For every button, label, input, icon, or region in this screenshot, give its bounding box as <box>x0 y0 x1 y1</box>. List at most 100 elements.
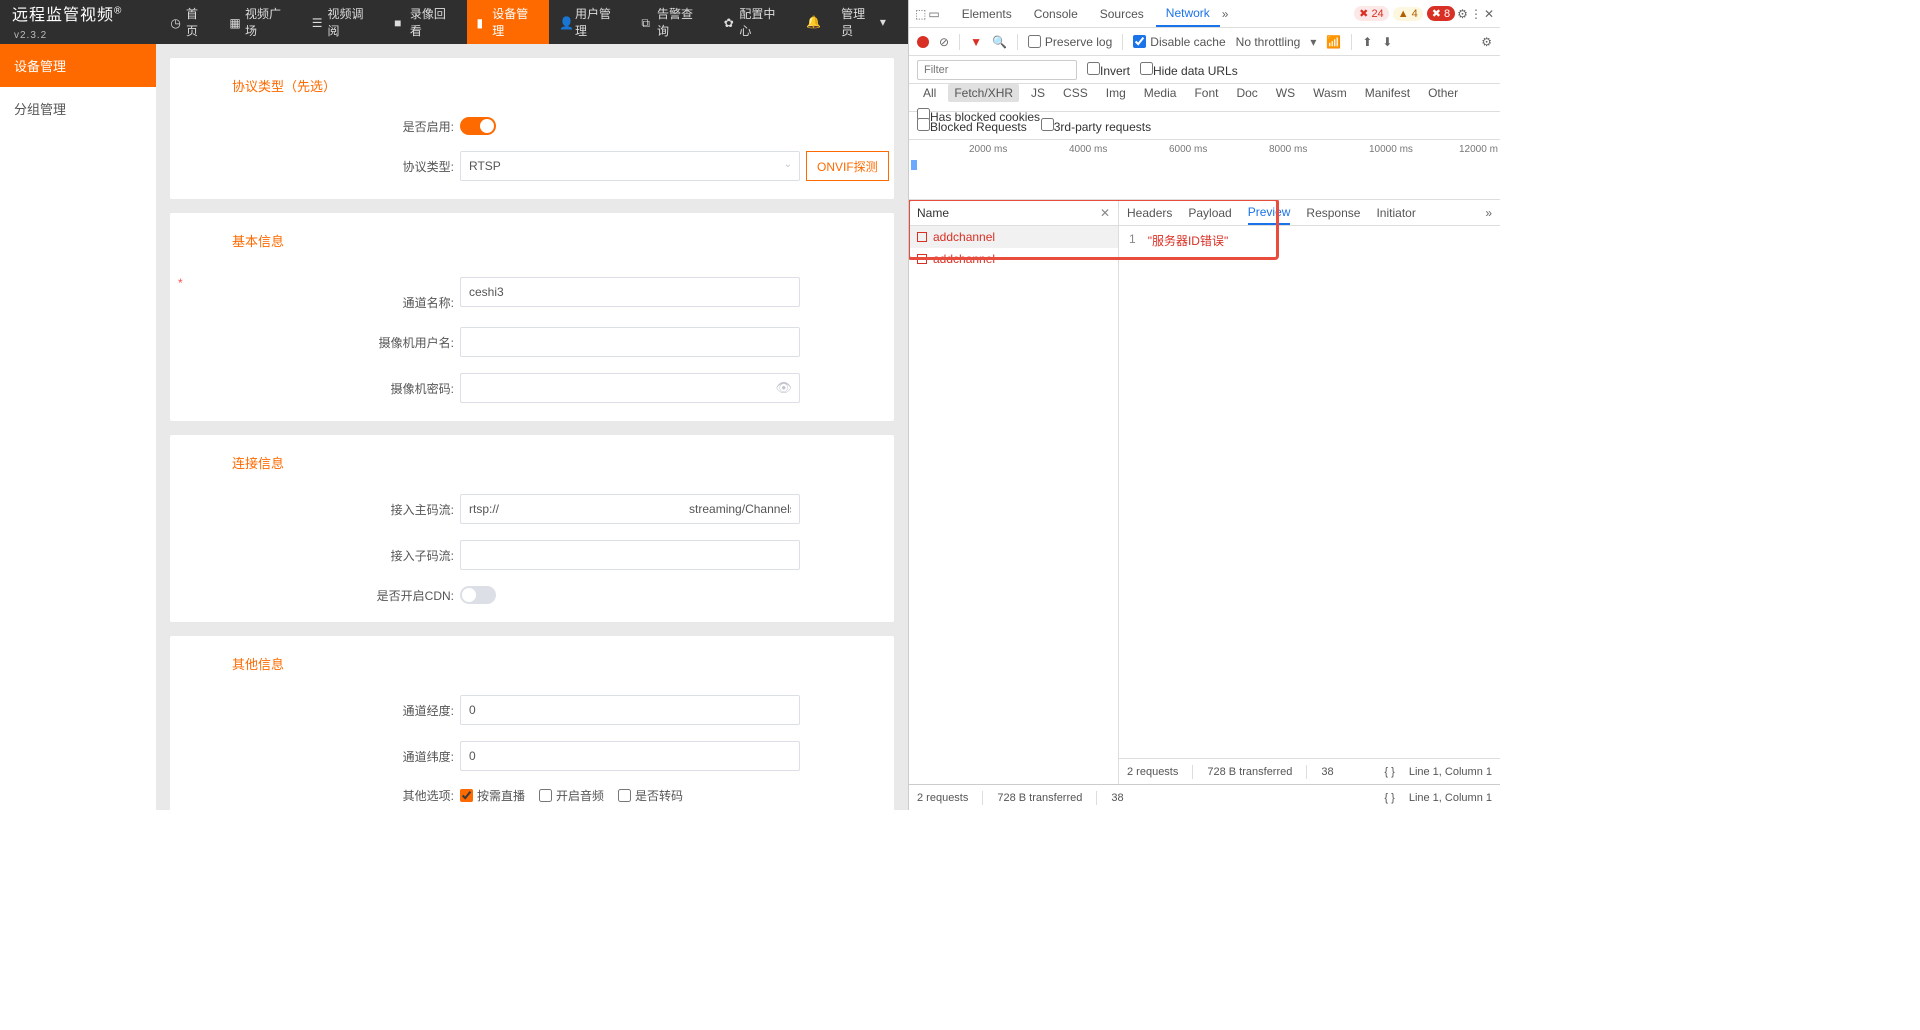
type-manifest[interactable]: Manifest <box>1359 84 1416 102</box>
checkbox-3rd-party[interactable]: 3rd-party requests <box>1041 118 1151 134</box>
preview-value: "服务器ID错误" <box>1148 232 1229 752</box>
tab-console[interactable]: Console <box>1024 0 1088 27</box>
switch-cdn[interactable] <box>460 586 496 604</box>
nav-video-review[interactable]: ☰视频调阅 <box>302 0 384 44</box>
dtab-payload[interactable]: Payload <box>1188 202 1231 224</box>
eye-icon[interactable]: 👁 <box>775 380 792 396</box>
checkbox-blocked-requests[interactable]: Blocked Requests <box>917 118 1027 134</box>
checkbox-invert[interactable]: Invert <box>1087 62 1130 78</box>
close-icon[interactable]: ✕ <box>1484 7 1494 21</box>
nav-config[interactable]: ✿配置中心 <box>714 0 796 44</box>
filter-icon[interactable]: ▼ <box>970 35 982 49</box>
download-icon[interactable]: ⬇ <box>1382 35 1392 49</box>
blocked-row: Blocked Requests 3rd-party requests <box>909 112 1500 140</box>
section-title-conn: 连接信息 <box>170 435 894 486</box>
close-icon[interactable]: ✕ <box>1100 206 1110 220</box>
badge-blocked[interactable]: ✖ 8 <box>1427 6 1455 21</box>
request-name: addchannel <box>933 230 995 244</box>
input-lng[interactable] <box>460 695 800 725</box>
checkbox-disable-cache[interactable]: Disable cache <box>1133 35 1225 49</box>
dtab-response[interactable]: Response <box>1306 202 1360 224</box>
status-cursor: Line 1, Column 1 <box>1409 766 1492 778</box>
throttle-select[interactable]: No throttling <box>1236 35 1301 49</box>
settings-icon[interactable]: ⚙ <box>1457 7 1468 21</box>
tab-network[interactable]: Network <box>1156 0 1220 27</box>
checkbox-audio[interactable]: 开启音频 <box>539 787 604 804</box>
nav-alarm[interactable]: ⧉告警查询 <box>631 0 713 44</box>
type-css[interactable]: CSS <box>1057 84 1094 102</box>
select-protocol[interactable]: ⌄ <box>460 151 800 181</box>
upload-icon[interactable]: ⬆ <box>1362 35 1372 49</box>
camera-icon: ■ <box>394 16 406 28</box>
input-sub-stream[interactable] <box>460 540 800 570</box>
nav-playback[interactable]: ■录像回看 <box>384 0 466 44</box>
device-icon: ▮ <box>477 16 489 28</box>
nav-video-square[interactable]: ▦视频广场 <box>219 0 301 44</box>
select-protocol-input[interactable] <box>460 151 800 181</box>
type-all[interactable]: All <box>917 84 942 102</box>
tab-elements[interactable]: Elements <box>952 0 1022 27</box>
input-cam-user[interactable] <box>460 327 800 357</box>
sidebar-item-device[interactable]: 设备管理 <box>0 44 156 87</box>
type-fetch-xhr[interactable]: Fetch/XHR <box>948 84 1019 102</box>
status-transferred: 728 B transferred <box>997 792 1082 804</box>
app-window: 远程监管视频® v2.3.2 ◷首页 ▦视频广场 ☰视频调阅 ■录像回看 ▮设备… <box>0 0 908 810</box>
nav-bell[interactable]: 🔔 <box>796 0 831 44</box>
tab-sources[interactable]: Sources <box>1090 0 1154 27</box>
device-toggle-icon[interactable]: ▭ <box>928 7 939 21</box>
dtab-preview[interactable]: Preview <box>1248 201 1291 225</box>
nav-label: 首页 <box>186 5 209 39</box>
nav-user-mgmt[interactable]: 👤用户管理 <box>549 0 631 44</box>
top-bar: 远程监管视频® v2.3.2 ◷首页 ▦视频广场 ☰视频调阅 ■录像回看 ▮设备… <box>0 0 908 44</box>
input-main-stream[interactable] <box>460 494 800 524</box>
record-icon[interactable] <box>917 36 929 48</box>
type-font[interactable]: Font <box>1188 84 1224 102</box>
more-icon[interactable]: » <box>1485 206 1492 220</box>
sidebar-item-group[interactable]: 分组管理 <box>0 87 156 130</box>
gear-icon[interactable]: ⚙ <box>1481 35 1492 49</box>
more-tabs-icon[interactable]: » <box>1222 7 1229 21</box>
input-cam-pwd[interactable] <box>460 373 800 403</box>
reqlist-header: Name ✕ <box>909 200 1118 226</box>
checkbox-ondemand[interactable]: 按需直播 <box>460 787 525 804</box>
badge-errors[interactable]: ✖ 24 <box>1354 6 1389 21</box>
timeline[interactable]: 2000 ms 4000 ms 6000 ms 8000 ms 10000 ms… <box>909 140 1500 200</box>
inspect-icon[interactable]: ⬚ <box>915 7 926 21</box>
request-row[interactable]: addchannel <box>909 248 1118 270</box>
admin-label: 管理员 <box>841 5 876 39</box>
filter-input[interactable] <box>917 60 1077 80</box>
checkbox-hide-data-urls[interactable]: Hide data URLs <box>1140 62 1238 78</box>
nav-admin[interactable]: 管理员▾ <box>831 0 896 44</box>
input-channel-name[interactable] <box>460 277 800 307</box>
checkbox-transcode[interactable]: 是否转码 <box>618 787 683 804</box>
type-media[interactable]: Media <box>1138 84 1183 102</box>
section-title-other: 其他信息 <box>170 636 894 687</box>
dtab-headers[interactable]: Headers <box>1127 202 1172 224</box>
dtab-initiator[interactable]: Initiator <box>1376 202 1415 224</box>
nav-home[interactable]: ◷首页 <box>160 0 219 44</box>
type-img[interactable]: Img <box>1100 84 1132 102</box>
preview-pane: 1 "服务器ID错误" <box>1119 226 1500 758</box>
braces-icon[interactable]: { } <box>1384 792 1394 804</box>
type-js[interactable]: JS <box>1025 84 1051 102</box>
status-requests: 2 requests <box>917 792 968 804</box>
chevron-down-icon[interactable]: ▾ <box>1310 35 1316 49</box>
switch-enable[interactable] <box>460 117 496 135</box>
clear-icon[interactable]: ⊘ <box>939 35 949 49</box>
type-doc[interactable]: Doc <box>1230 84 1263 102</box>
type-ws[interactable]: WS <box>1270 84 1301 102</box>
request-row[interactable]: addchannel <box>909 226 1118 248</box>
label-cam-user: 摄像机用户名: <box>170 334 460 351</box>
checkbox-preserve-log[interactable]: Preserve log <box>1028 35 1112 49</box>
input-lat[interactable] <box>460 741 800 771</box>
type-other[interactable]: Other <box>1422 84 1464 102</box>
search-icon[interactable]: 🔍 <box>992 35 1007 49</box>
wifi-icon[interactable]: 📶 <box>1326 35 1341 49</box>
braces-icon[interactable]: { } <box>1384 766 1394 778</box>
tick: 8000 ms <box>1269 144 1307 155</box>
type-wasm[interactable]: Wasm <box>1307 84 1353 102</box>
onvif-probe-button[interactable]: ONVIF探测 <box>806 151 889 181</box>
badge-warnings[interactable]: ▲ 4 <box>1393 7 1423 21</box>
kebab-icon[interactable]: ⋮ <box>1470 7 1482 21</box>
nav-device-mgmt[interactable]: ▮设备管理 <box>467 0 549 44</box>
